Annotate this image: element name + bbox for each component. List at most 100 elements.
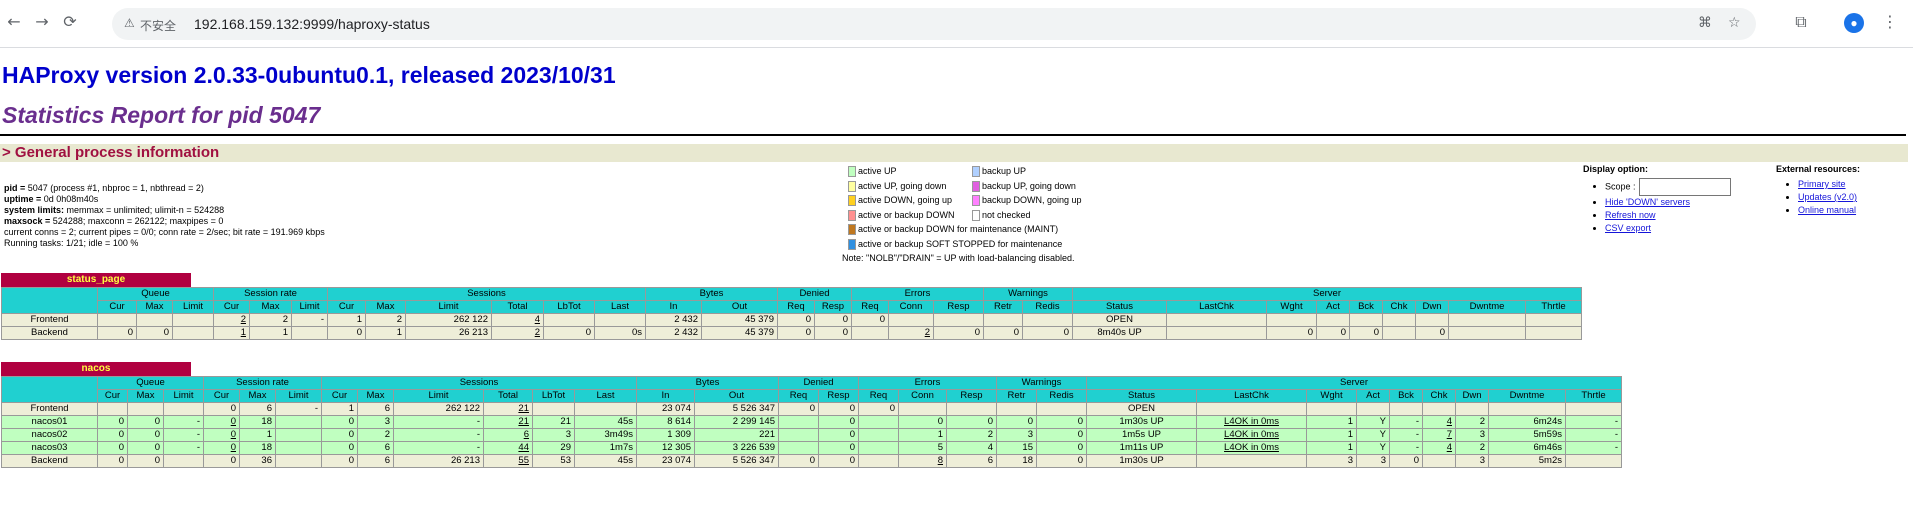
table-cell: 45 379 [701, 313, 778, 327]
table-cell [163, 402, 204, 416]
column-header: Req [778, 389, 819, 403]
table-cell: 4 [1422, 415, 1456, 429]
table-cell [858, 454, 899, 468]
table-cell [172, 326, 214, 340]
table-cell [851, 326, 889, 340]
table-cell: 1 [213, 326, 250, 340]
table-row[interactable]: Backend 0 0 0 36 0 6 26 213 55 53 45s 23 074 5 526 3… [1, 454, 1622, 468]
address-bar[interactable]: ⚠ 不安全 192.168.159.132:9999/haproxy-statu… [112, 8, 1756, 40]
table-cell: 4 [946, 441, 997, 455]
row-name[interactable]: Frontend [1, 402, 98, 416]
scope-input[interactable] [1638, 178, 1731, 196]
table-row[interactable]: Frontend 0 6-1 6 262 122 21 23 074 5 526 347 0 0 0… [1, 402, 1622, 416]
table-cell: L4OK in 0ms [1196, 415, 1307, 429]
forward-icon[interactable]: → [32, 12, 52, 32]
column-header: Thrtle [1525, 300, 1582, 314]
table-cell: 0 [814, 313, 852, 327]
table-cell: 3 [1455, 428, 1489, 442]
row-name[interactable]: nacos02 [1, 428, 98, 442]
table-cell: 1m30s UP [1086, 454, 1197, 468]
avatar-icon[interactable]: ● [1844, 13, 1864, 33]
extensions-icon[interactable]: ⧉ [1791, 12, 1811, 32]
table-cell: 12 305 [636, 441, 695, 455]
updates-link[interactable]: Updates (v2.0) [1798, 192, 1857, 202]
table-cell [136, 313, 173, 327]
url-text[interactable]: 192.168.159.132:9999/haproxy-status [194, 16, 430, 32]
row-name[interactable]: nacos03 [1, 441, 98, 455]
table-cell: 0 [1415, 326, 1449, 340]
table-cell [1389, 402, 1423, 416]
group-header: Queue [97, 287, 214, 301]
table-cell: 0 [97, 415, 128, 429]
table-cell: - [275, 402, 322, 416]
column-header: Out [701, 300, 778, 314]
table-cell: 5 526 347 [694, 402, 779, 416]
refresh-link[interactable]: Refresh now [1605, 210, 1656, 220]
table-cell: - [163, 441, 204, 455]
table-row[interactable]: nacos02 0 0-0 1 0 2-6 3 3m49s 1 309 221 0 1 2 3 0 1m5s … [1, 428, 1622, 442]
column-header: Resp [946, 389, 997, 403]
legend-item: active UP, going down [848, 179, 946, 194]
column-header: Cur [203, 389, 240, 403]
legend-item: active UP [848, 164, 897, 179]
table-row[interactable]: nacos03 0 0-0 18 0 6-44 29 1m7s 12 305 3 226 539 0… [1, 441, 1622, 455]
star-icon[interactable]: ☆ [1728, 15, 1741, 31]
security-label[interactable]: 不安全 [140, 17, 176, 34]
table-cell: - [393, 428, 484, 442]
column-header: Dwn [1415, 300, 1449, 314]
column-header: Req [851, 300, 889, 314]
warning-icon: ⚠ [124, 16, 135, 30]
row-name[interactable]: Backend [1, 326, 98, 340]
table-cell [1382, 326, 1416, 340]
table-cell: 29 [532, 441, 575, 455]
table-cell: 0 [203, 402, 240, 416]
table-cell: 5m59s [1488, 428, 1566, 442]
table-cell: 0 [203, 415, 240, 429]
table-cell [1166, 326, 1267, 340]
info-line: pid = 5047 (process #1, nbproc = 1, nbth… [4, 183, 204, 193]
manual-link[interactable]: Online manual [1798, 205, 1856, 215]
table-cell: 1 [365, 326, 406, 340]
row-name[interactable]: nacos01 [1, 415, 98, 429]
page-subtitle: Statistics Report for pid 5047 [2, 102, 321, 128]
table-row[interactable]: nacos01 0 0-0 18 0 3-21 21 45s 8 614 2 299 145 0 0 0… [1, 415, 1622, 429]
table-cell [275, 415, 322, 429]
column-header: Limit [163, 389, 204, 403]
table-cell: 0 [983, 326, 1023, 340]
proxy-table: Queue Session rate Sessions Bytes Denied Erro… [1, 287, 1582, 340]
reload-icon[interactable]: ⟳ [60, 12, 80, 32]
table-cell: 0 [778, 454, 819, 468]
table-cell: 2 [213, 313, 250, 327]
hide-down-link[interactable]: Hide 'DOWN' servers [1605, 197, 1690, 207]
table-cell [1448, 326, 1526, 340]
table-cell [1422, 402, 1456, 416]
column-header: Cur [213, 300, 250, 314]
table-cell [1036, 402, 1087, 416]
group-header: Sessions [327, 287, 646, 301]
table-cell [1488, 402, 1566, 416]
csv-export-link[interactable]: CSV export [1605, 223, 1651, 233]
table-cell [983, 313, 1023, 327]
page-title: HAProxy version 2.0.33-0ubuntu0.1, relea… [2, 62, 616, 88]
table-cell: 2 432 [645, 313, 702, 327]
back-icon[interactable]: ← [4, 12, 24, 32]
table-cell: 0 [1036, 428, 1087, 442]
table-row[interactable]: Backend 0 0 1 1 0 1 26 213 2 0 0s 2 432 45 379 0 0 2 0 0 0… [1, 326, 1582, 340]
table-cell [1349, 313, 1383, 327]
column-header: Req [777, 300, 815, 314]
group-header: Warnings [996, 376, 1087, 390]
primary-site-link[interactable]: Primary site [1798, 179, 1846, 189]
table-cell: 3 [996, 428, 1037, 442]
column-header: In [645, 300, 702, 314]
translate-icon[interactable]: ⌘ [1698, 15, 1712, 31]
proxy-name: status_page [1, 273, 191, 287]
row-name[interactable]: Backend [1, 454, 98, 468]
table-cell: 0 [818, 441, 859, 455]
column-header: Chk [1422, 389, 1456, 403]
row-name[interactable]: Frontend [1, 313, 98, 327]
table-row[interactable]: Frontend 2 2-1 2 262 122 4 2 432 45 379 0 0 0 OPEN [1, 313, 1582, 327]
table-cell [858, 441, 899, 455]
column-header: LastChk [1166, 300, 1267, 314]
column-header: Dwntme [1488, 389, 1566, 403]
menu-icon[interactable]: ⋮ [1880, 12, 1900, 32]
